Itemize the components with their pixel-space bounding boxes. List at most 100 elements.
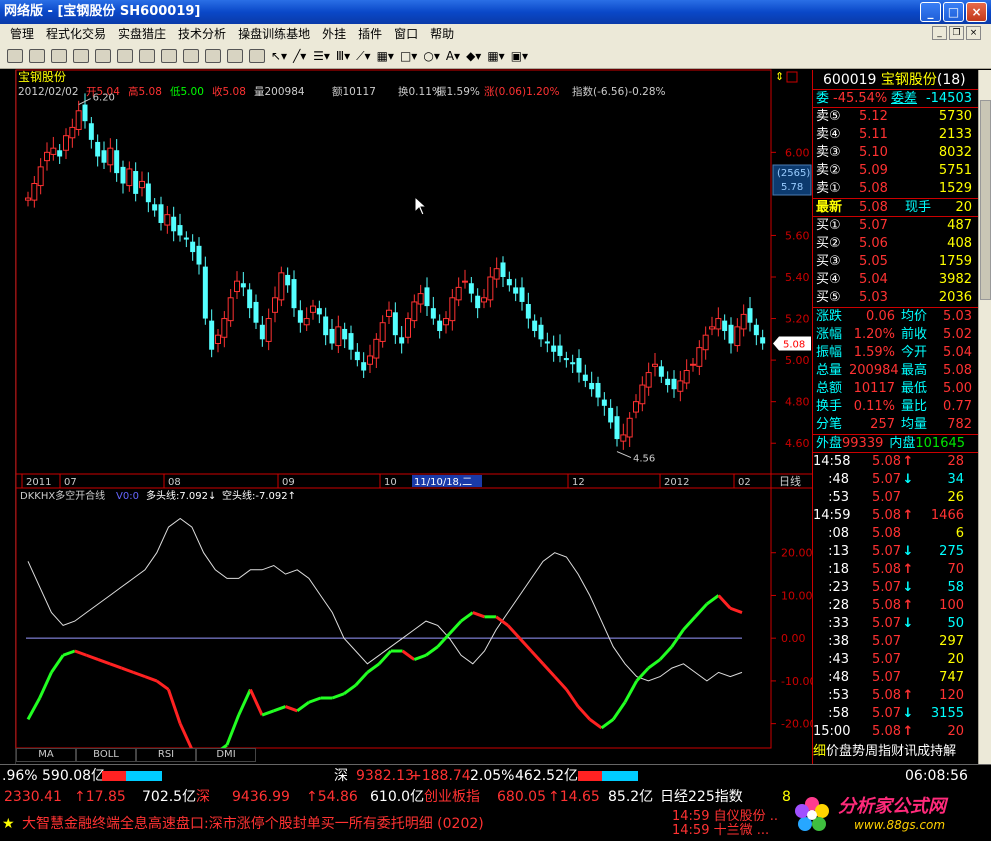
close-button[interactable]: × — [966, 2, 987, 22]
tab-boll[interactable]: BOLL — [76, 748, 136, 762]
toolbar-btn-6[interactable] — [114, 46, 136, 66]
maximize-button[interactable]: □ — [943, 2, 964, 22]
channel-tool[interactable]: ▦▾ — [374, 46, 397, 66]
text-tool[interactable]: A▾ — [443, 46, 463, 66]
scroll-thumb[interactable] — [980, 100, 991, 300]
mdi-close-button[interactable]: × — [966, 26, 981, 40]
candle-body — [620, 434, 627, 442]
quote-tab-4[interactable]: 周 — [865, 744, 878, 759]
info-change: 涨(0.06)1.20% — [484, 86, 559, 98]
bull-line-segment — [729, 606, 743, 614]
rect-tool[interactable]: □▾ — [397, 46, 420, 66]
toolbar-btn-8[interactable] — [158, 46, 180, 66]
line-tool[interactable]: ╱▾ — [290, 46, 310, 66]
indicator-bull: 多头线:7.092↓ — [146, 489, 216, 502]
bull-line-segment — [331, 692, 345, 700]
vertical-scrollbar[interactable] — [978, 70, 991, 764]
quote-tab-6[interactable]: 财 — [891, 744, 904, 759]
site-logo: 分析家公式网 www.88gs.com — [790, 788, 991, 841]
toolbar-btn-7[interactable] — [136, 46, 158, 66]
toolbar-btn-4[interactable] — [70, 46, 92, 66]
candle-body — [677, 380, 684, 392]
news-ticker[interactable]: 大智慧金融终端全息高速盘口:深市涨停个股封单买一所有委托明细 (0202) — [22, 808, 484, 841]
buy-order-row: 买③ 5.05 1759 — [813, 253, 978, 271]
toolbar-btn-3[interactable] — [48, 46, 70, 66]
quote-tab-1[interactable]: 价 — [826, 744, 839, 759]
cursor-date: 11/10/18,二 — [414, 477, 472, 488]
toolbar-btn-2[interactable] — [26, 46, 48, 66]
tick-time: :38 — [828, 634, 849, 649]
candle-body — [753, 324, 759, 336]
quote-tab-0[interactable]: 细 — [813, 744, 826, 759]
cursor-tool[interactable]: ↖▾ — [268, 46, 290, 66]
info-amplitude: 振1.59% — [436, 85, 480, 98]
fan-tool[interactable]: ⟋▾ — [353, 46, 373, 66]
bull-line-segment — [612, 701, 627, 721]
mdi-minimize-button[interactable]: _ — [932, 26, 947, 40]
quote-footer-tabs: 细价盘势周指财讯成持解 — [813, 742, 979, 762]
toolbar-btn-1[interactable] — [4, 46, 26, 66]
toolbar-btn-10[interactable] — [202, 46, 224, 66]
tab-ma[interactable]: MA — [16, 748, 76, 762]
save-tool[interactable]: ▣▾ — [508, 46, 531, 66]
buy-order-price: 5.05 — [859, 254, 888, 269]
color-tool[interactable]: ▦▾ — [484, 46, 507, 66]
quote-tab-3[interactable]: 势 — [852, 744, 865, 759]
candle-body — [665, 378, 671, 386]
toolbar-btn-5[interactable] — [92, 46, 114, 66]
tick-price: 5.07 — [872, 616, 901, 631]
sell-order-price: 5.10 — [859, 145, 888, 160]
menu-program-trading[interactable]: 程式化交易 — [40, 24, 112, 44]
buy-order-label: 买④ — [816, 272, 841, 287]
quote-tab-7[interactable]: 讯 — [904, 744, 917, 759]
menu-window[interactable]: 窗口 — [388, 24, 424, 44]
bull-line-segment — [121, 666, 134, 674]
candle-body — [671, 378, 677, 390]
quote-tab-5[interactable]: 指 — [878, 744, 891, 759]
ticker-star-icon: ★ — [2, 816, 15, 832]
sell-order-price: 5.11 — [859, 127, 888, 142]
menu-help[interactable]: 帮助 — [424, 24, 460, 44]
circle-tool[interactable]: ○▾ — [420, 46, 443, 66]
bull-line-segment — [26, 697, 42, 721]
vline-tool[interactable]: Ⅲ▾ — [333, 46, 353, 66]
quote-tab-9[interactable]: 持 — [930, 744, 943, 759]
chart-svg: 宝钢股份2012/02/02 开5.04 高5.08 低5.00 收5.08 量20098… — [15, 69, 816, 760]
candle-body — [728, 324, 734, 344]
menu-manage[interactable]: 管理 — [4, 24, 40, 44]
price-axis-label: 5.20 — [785, 313, 810, 326]
mdi-restore-button[interactable]: ❐ — [949, 26, 964, 40]
monitor-icon — [7, 49, 23, 63]
menu-plugin-ext[interactable]: 外挂 — [316, 24, 352, 44]
buy-order-price: 5.06 — [859, 236, 888, 251]
info-date: 2012/02/02 — [18, 86, 79, 98]
toolbar-btn-9[interactable] — [180, 46, 202, 66]
tab-dmi[interactable]: DMI — [196, 748, 256, 762]
candle-body — [538, 324, 544, 340]
logo-text: 分析家公式网 — [838, 796, 946, 817]
bull-line-segment — [343, 683, 357, 695]
toolbar: ↖▾ ╱▾ ☰▾ Ⅲ▾ ⟋▾ ▦▾ □▾ ○▾ A▾ ◆▾ ▦▾ ▣▾ — [0, 44, 991, 69]
toolbar-btn-11[interactable] — [224, 46, 246, 66]
chart-area[interactable]: 宝钢股份 2012/02/02 开5.04 高5.08 低5.00 收5.08 量20098… — [15, 69, 816, 760]
quote-tab-10[interactable]: 解 — [943, 744, 956, 759]
menu-plugins[interactable]: 插件 — [352, 24, 388, 44]
candle-body — [101, 150, 107, 163]
date-label: 02 — [738, 477, 751, 488]
minimize-button[interactable]: _ — [920, 2, 941, 22]
tab-rsi[interactable]: RSI — [136, 748, 196, 762]
tick-row: :38 5.07 297 — [813, 633, 978, 651]
menu-hunt[interactable]: 实盘猎庄 — [112, 24, 172, 44]
arrow-tool[interactable]: ◆▾ — [463, 46, 484, 66]
toolbar-btn-12[interactable] — [246, 46, 268, 66]
sell-order-price: 5.09 — [859, 163, 888, 178]
alert-2[interactable]: 14:59 十兰微 ... — [672, 814, 769, 841]
menu-training[interactable]: 操盘训练基地 — [232, 24, 316, 44]
quote-tab-8[interactable]: 成 — [917, 744, 930, 759]
quote-tab-2[interactable]: 盘 — [839, 744, 852, 759]
hline-tool[interactable]: ☰▾ — [310, 46, 333, 66]
menu-tech-analysis[interactable]: 技术分析 — [172, 24, 232, 44]
tick-time: 14:58 — [813, 454, 851, 469]
candle-body — [760, 337, 766, 344]
candle-body — [576, 358, 582, 373]
